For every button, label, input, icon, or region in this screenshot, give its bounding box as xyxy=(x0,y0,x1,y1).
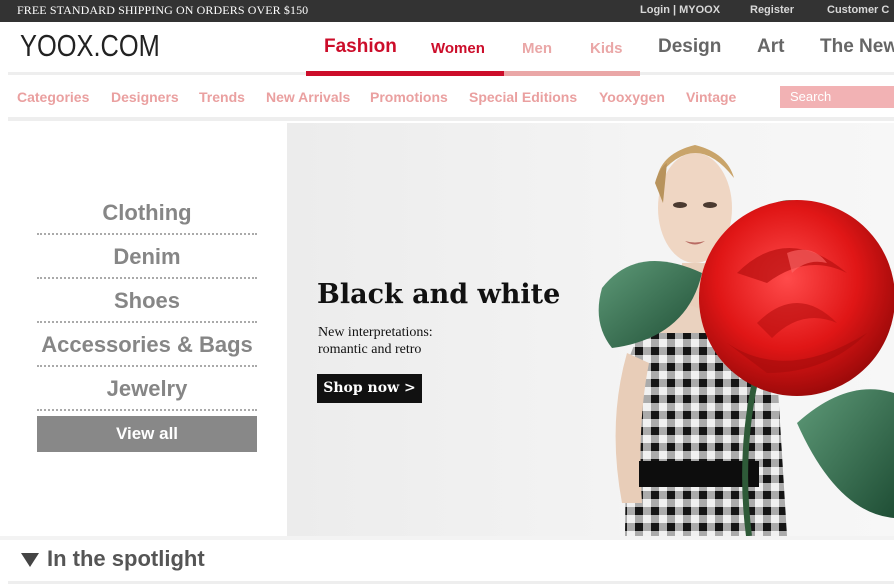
spotlight-heading[interactable]: In the spotlight xyxy=(47,546,205,572)
hero-subtitle-line2: romantic and retro xyxy=(318,342,422,357)
nav-men[interactable]: Men xyxy=(522,40,552,57)
subnav-designers[interactable]: Designers xyxy=(111,89,179,105)
subnav-divider xyxy=(8,117,894,121)
shipping-promo: FREE STANDARD SHIPPING ON ORDERS OVER $1… xyxy=(17,3,309,17)
model-with-rose-image xyxy=(598,145,894,536)
view-all-button[interactable]: View all xyxy=(37,416,257,452)
triangle-down-icon[interactable] xyxy=(21,553,39,567)
men-kids-underline xyxy=(504,71,640,76)
category-jewelry[interactable]: Jewelry xyxy=(37,367,257,411)
top-bar: FREE STANDARD SHIPPING ON ORDERS OVER $1… xyxy=(0,0,894,22)
register-link[interactable]: Register xyxy=(750,4,794,16)
search-input[interactable]: Search xyxy=(780,86,894,108)
fashion-active-underline xyxy=(306,71,504,76)
hero-title: Black and white xyxy=(317,279,561,310)
category-accessories-bags[interactable]: Accessories & Bags xyxy=(37,323,257,367)
category-clothing[interactable]: Clothing xyxy=(37,191,257,235)
category-label: Jewelry xyxy=(106,376,188,401)
category-label: Clothing xyxy=(102,200,192,225)
nav-women[interactable]: Women xyxy=(431,40,485,57)
subnav-categories[interactable]: Categories xyxy=(17,89,89,105)
category-denim[interactable]: Denim xyxy=(37,235,257,279)
hero-subtitle: New interpretations: romantic and retro xyxy=(318,324,433,358)
site-logo[interactable]: YOOX.COM xyxy=(20,28,160,64)
hero-subtitle-line1: New interpretations: xyxy=(318,325,433,340)
category-shoes[interactable]: Shoes xyxy=(37,279,257,323)
nav-the-new[interactable]: The New xyxy=(820,36,894,58)
nav-kids[interactable]: Kids xyxy=(590,40,623,57)
spotlight-divider xyxy=(0,536,894,540)
subnav-vintage[interactable]: Vintage xyxy=(686,89,736,105)
subnav-yooxygen[interactable]: Yooxygen xyxy=(599,89,665,105)
hero-banner[interactable]: Black and white New interpretations: rom… xyxy=(287,123,894,536)
shop-now-button[interactable]: Shop now > xyxy=(317,374,422,403)
subnav-new-arrivals[interactable]: New Arrivals xyxy=(266,89,350,105)
subnav-promotions[interactable]: Promotions xyxy=(370,89,448,105)
login-link[interactable]: Login | MYOOX xyxy=(640,4,720,16)
customer-care-link[interactable]: Customer C xyxy=(827,4,889,16)
subnav-special-editions[interactable]: Special Editions xyxy=(469,89,577,105)
subnav-trends[interactable]: Trends xyxy=(199,89,245,105)
category-label: Accessories & Bags xyxy=(41,332,253,357)
category-label: Denim xyxy=(113,244,181,269)
category-label: Shoes xyxy=(113,288,181,313)
nav-fashion[interactable]: Fashion xyxy=(324,36,397,58)
nav-design[interactable]: Design xyxy=(658,36,721,58)
nav-art[interactable]: Art xyxy=(757,36,784,58)
